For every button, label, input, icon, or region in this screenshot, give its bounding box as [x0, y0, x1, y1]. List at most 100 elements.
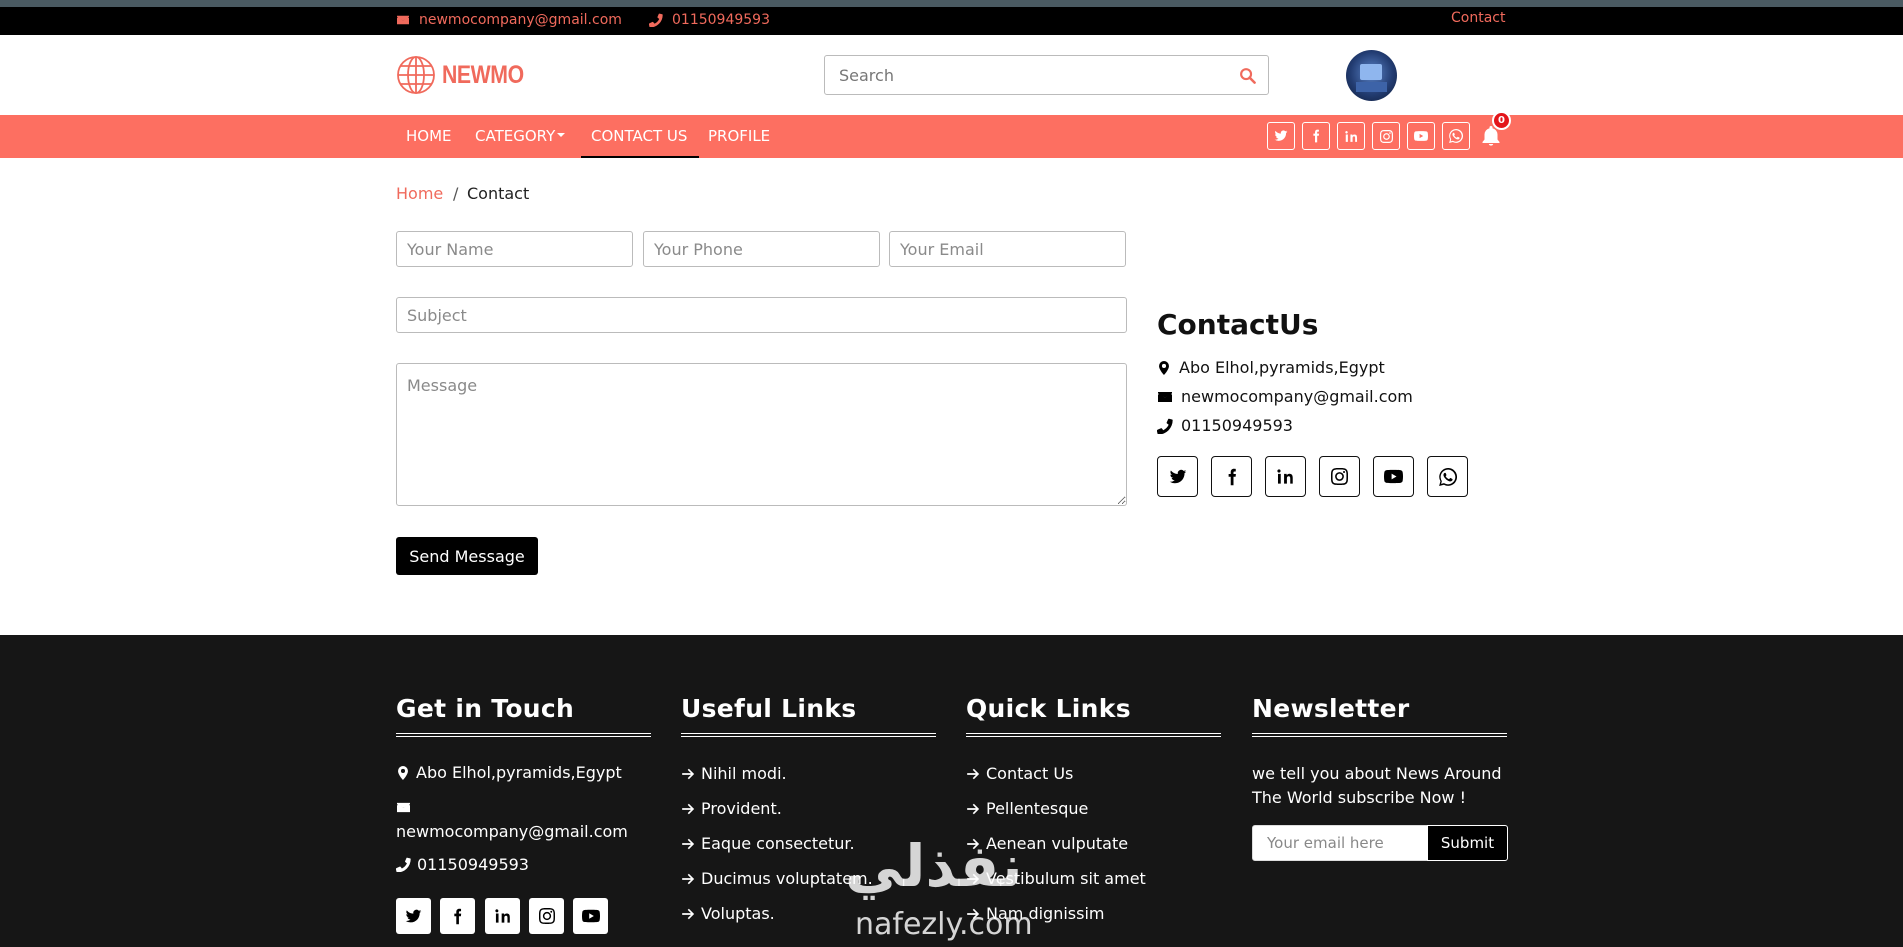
top-bar: newmocompany@gmail.com 01150949593 Conta… — [0, 7, 1903, 35]
breadcrumb-current: Contact — [467, 184, 530, 203]
nav-whatsapp-button[interactable] — [1442, 122, 1470, 150]
topbar-email[interactable]: newmocompany@gmail.com — [396, 12, 622, 28]
linkedin-icon — [495, 908, 511, 924]
logo-text: NEWMO — [442, 60, 524, 89]
twitter-icon — [1274, 129, 1288, 143]
contact-linkedin-button[interactable] — [1265, 456, 1306, 497]
footer-twitter-button[interactable] — [396, 898, 431, 934]
useful-link-item[interactable]: Voluptas. — [681, 904, 775, 923]
search-input[interactable] — [839, 64, 1219, 86]
useful-link-item[interactable]: Provident. — [681, 799, 782, 818]
email-field[interactable] — [889, 231, 1126, 267]
newsletter-submit-button[interactable]: Submit — [1427, 825, 1508, 861]
useful-link-item[interactable]: Ducimus voluptatem. — [681, 869, 873, 888]
footer-phone-text[interactable]: 01150949593 — [417, 855, 529, 874]
phone-icon — [649, 13, 663, 27]
footer-get-in-touch-title: Get in Touch — [396, 694, 575, 723]
search-icon[interactable] — [1239, 67, 1256, 84]
arrow-right-icon — [681, 907, 695, 921]
nav-youtube-button[interactable] — [1407, 122, 1435, 150]
footer-quick-links-title: Quick Links — [966, 694, 1131, 723]
avatar-image-detail — [1360, 64, 1382, 80]
contact-phone[interactable]: 01150949593 — [1157, 416, 1293, 435]
quick-link-label[interactable]: Pellentesque — [986, 799, 1088, 818]
facebook-icon — [449, 908, 466, 925]
footer-linkedin-button[interactable] — [485, 898, 520, 934]
contact-phone-text[interactable]: 01150949593 — [1181, 416, 1293, 435]
quick-link-item[interactable]: Contact Us — [966, 764, 1073, 783]
useful-link-item[interactable]: Nihil modi. — [681, 764, 787, 783]
search-box[interactable] — [824, 55, 1269, 95]
arrow-right-icon — [681, 872, 695, 886]
nav-linkedin-button[interactable] — [1337, 122, 1365, 150]
contact-email-text[interactable]: newmocompany@gmail.com — [1181, 387, 1413, 406]
footer-useful-links-title: Useful Links — [681, 694, 857, 723]
contact-us-title: ContactUs — [1157, 308, 1319, 341]
useful-link-item[interactable]: Eaque consectetur. — [681, 834, 855, 853]
watermark-arabic: نفذلي — [845, 832, 1023, 900]
caret-down-icon — [557, 132, 566, 137]
nav-category-label: CATEGORY — [475, 127, 556, 145]
arrow-right-icon — [681, 802, 695, 816]
whatsapp-icon — [1449, 129, 1463, 143]
contact-twitter-button[interactable] — [1157, 456, 1198, 497]
footer-address: Abo Elhol,pyramids,Egypt — [396, 763, 622, 782]
facebook-icon — [1223, 468, 1241, 486]
phone-field[interactable] — [643, 231, 880, 267]
contact-whatsapp-button[interactable] — [1427, 456, 1468, 497]
contact-email[interactable]: newmocompany@gmail.com — [1157, 387, 1413, 406]
breadcrumb-home[interactable]: Home — [396, 184, 443, 203]
useful-link-label[interactable]: Provident. — [701, 799, 782, 818]
envelope-icon — [1157, 390, 1173, 404]
name-field[interactable] — [396, 231, 633, 267]
breadcrumb-separator: / — [453, 184, 459, 203]
logo[interactable]: NEWMO — [396, 55, 538, 95]
map-marker-icon — [396, 765, 410, 781]
nav-twitter-button[interactable] — [1267, 122, 1295, 150]
footer-youtube-button[interactable] — [573, 898, 608, 934]
avatar[interactable] — [1346, 50, 1397, 101]
useful-link-label[interactable]: Voluptas. — [701, 904, 775, 923]
send-message-button[interactable]: Send Message — [396, 537, 538, 575]
footer-instagram-button[interactable] — [529, 898, 564, 934]
footer-divider — [1252, 733, 1507, 737]
nav-instagram-button[interactable] — [1372, 122, 1400, 150]
subject-field[interactable] — [396, 297, 1127, 333]
twitter-icon — [1169, 468, 1187, 486]
message-field[interactable] — [396, 363, 1127, 506]
instagram-icon — [1380, 130, 1393, 143]
contact-instagram-button[interactable] — [1319, 456, 1360, 497]
globe-logo-icon — [397, 56, 435, 94]
contact-youtube-button[interactable] — [1373, 456, 1414, 497]
twitter-icon — [405, 908, 422, 925]
topbar-phone[interactable]: 01150949593 — [649, 12, 770, 28]
nav-contact-us[interactable]: CONTACT US — [581, 125, 699, 158]
footer — [0, 635, 1903, 947]
facebook-icon — [1309, 129, 1323, 143]
newsletter-email-input[interactable] — [1252, 825, 1428, 861]
useful-link-label[interactable]: Eaque consectetur. — [701, 834, 855, 853]
footer-divider — [396, 733, 651, 737]
footer-phone[interactable]: 01150949593 — [396, 855, 529, 874]
footer-newsletter-title: Newsletter — [1252, 694, 1410, 723]
nav-profile[interactable]: PROFILE — [708, 125, 770, 158]
watermark-latin: nafezly.com — [855, 907, 1033, 942]
window-top-strip — [0, 0, 1903, 7]
footer-email[interactable]: newmocompany@gmail.com — [396, 820, 628, 844]
newsletter-text: we tell you about News Around The World … — [1252, 764, 1502, 807]
quick-link-label[interactable]: Contact Us — [986, 764, 1073, 783]
phone-icon — [396, 857, 411, 872]
quick-link-item[interactable]: Pellentesque — [966, 799, 1088, 818]
instagram-icon — [1331, 468, 1348, 485]
useful-link-label[interactable]: Nihil modi. — [701, 764, 787, 783]
envelope-icon — [396, 14, 410, 26]
nav-facebook-button[interactable] — [1302, 122, 1330, 150]
linkedin-icon — [1277, 468, 1294, 485]
footer-facebook-button[interactable] — [440, 898, 475, 934]
footer-divider — [681, 733, 936, 737]
nav-home[interactable]: HOME — [406, 125, 452, 158]
topbar-contact-link[interactable]: Contact — [1451, 10, 1505, 26]
nav-category[interactable]: CATEGORY — [475, 125, 566, 158]
watermark: نفذلي nafezly.com — [845, 832, 1033, 940]
contact-facebook-button[interactable] — [1211, 456, 1252, 497]
